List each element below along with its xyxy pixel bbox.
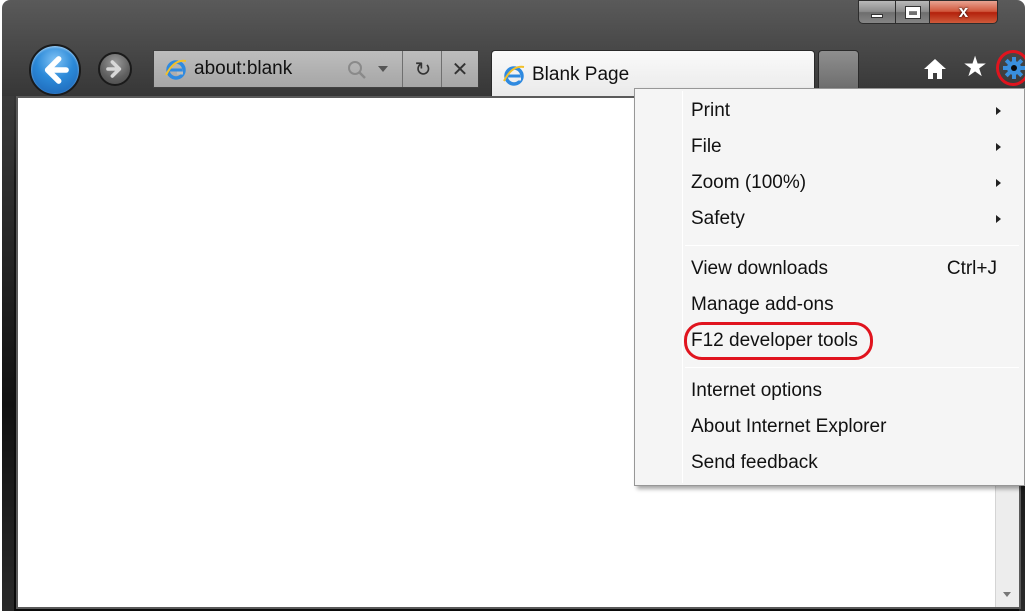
menu-item-view-downloads[interactable]: View downloads Ctrl+J [691, 252, 1011, 286]
close-button[interactable]: x [930, 0, 998, 24]
tools-gear-highlight [996, 50, 1025, 86]
back-button[interactable] [29, 44, 81, 96]
window-frame-left [2, 96, 14, 611]
address-input[interactable]: about:blank [194, 58, 334, 80]
menu-item-manage-addons[interactable]: Manage add-ons [691, 288, 1011, 322]
menu-item-shortcut: Ctrl+J [946, 258, 997, 279]
vertical-scrollbar[interactable] [995, 478, 1019, 607]
menu-item-label: Manage add-ons [691, 294, 834, 315]
dropdown-icon[interactable] [378, 66, 388, 72]
tools-menu: Print File Zoom (100%) Safety View downl… [634, 88, 1025, 486]
minimize-button[interactable] [858, 0, 896, 24]
menu-item-send-feedback[interactable]: Send feedback [691, 446, 1011, 480]
submenu-arrow-icon [996, 179, 1001, 187]
search-icon[interactable] [346, 59, 368, 81]
menu-item-label: Safety [691, 208, 745, 229]
menu-item-label: About Internet Explorer [691, 416, 887, 437]
address-bar[interactable]: about:blank ↻ ✕ [153, 50, 479, 88]
scroll-down-icon[interactable] [1003, 592, 1011, 597]
ie-logo-icon [503, 65, 525, 86]
menu-item-file[interactable]: File [691, 130, 1011, 164]
menu-item-print[interactable]: Print [691, 94, 1011, 128]
menu-item-label: Print [691, 100, 731, 121]
address-separator [441, 51, 442, 87]
caption-buttons: x [858, 0, 998, 30]
stop-icon[interactable]: ✕ [443, 51, 477, 87]
menu-item-zoom[interactable]: Zoom (100%) [691, 166, 1011, 200]
ie-logo-icon [165, 59, 187, 80]
address-separator [402, 51, 403, 87]
menu-item-about-ie[interactable]: About Internet Explorer [691, 410, 1011, 444]
menu-item-internet-options[interactable]: Internet options [691, 374, 1011, 408]
menu-gutter [682, 91, 683, 483]
menu-separator [685, 245, 1019, 246]
menu-item-label: Internet options [691, 380, 822, 401]
home-icon[interactable] [922, 56, 948, 82]
close-icon: x [958, 2, 969, 21]
forward-arrow-icon [106, 60, 122, 78]
submenu-arrow-icon [996, 107, 1001, 115]
menu-item-label: File [691, 136, 722, 157]
forward-button[interactable] [98, 52, 132, 86]
submenu-arrow-icon [996, 143, 1001, 151]
back-arrow-icon [44, 56, 69, 84]
refresh-icon[interactable]: ↻ [406, 51, 440, 87]
menu-item-safety[interactable]: Safety [691, 202, 1011, 236]
f12-highlight-oval [684, 322, 873, 360]
menu-item-label: Send feedback [691, 452, 818, 473]
minimize-icon [871, 14, 883, 18]
maximize-button[interactable] [896, 0, 930, 24]
maximize-icon [904, 5, 921, 19]
submenu-arrow-icon [996, 215, 1001, 223]
tools-gear-icon[interactable] [1002, 56, 1025, 80]
tab-label: Blank Page [532, 63, 630, 85]
menu-separator [685, 367, 1019, 368]
favorites-star-icon[interactable]: ★ [960, 52, 990, 82]
menu-item-label: Zoom (100%) [691, 172, 807, 193]
